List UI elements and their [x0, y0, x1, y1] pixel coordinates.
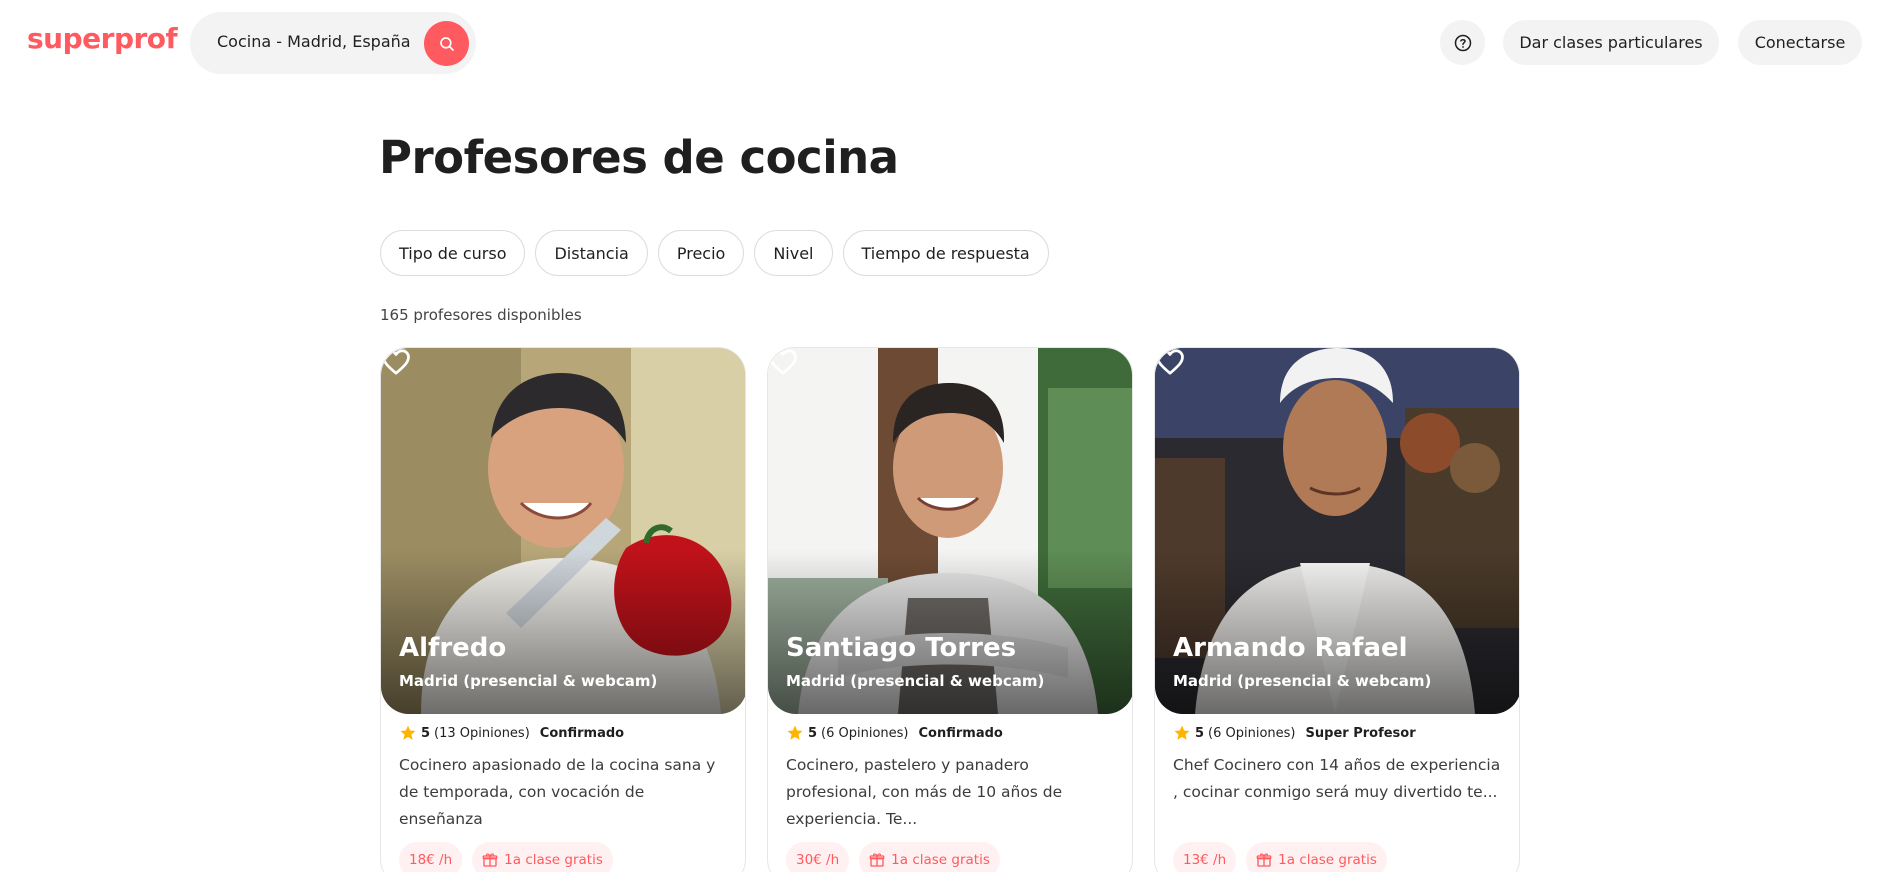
free-class-tag: 1a clase gratis [859, 842, 1000, 872]
rating-row: 5 (6 Opiniones) Super Profesor [1173, 724, 1416, 742]
page-title: Profesores de cocina [379, 131, 899, 184]
superprof-logo[interactable]: superprof [27, 22, 178, 55]
teacher-photo[interactable]: Santiago Torres Madrid (presencial & web… [768, 348, 1132, 714]
price-tag: 13€ /h [1173, 842, 1237, 872]
teacher-description: Cocinero apasionado de la cocina sana y … [399, 756, 716, 828]
question-circle-icon [1454, 34, 1471, 51]
rating-score: 5 [421, 725, 431, 741]
status-badge: Super Profesor [1305, 725, 1416, 741]
free-class-label: 1a clase gratis [1278, 852, 1377, 868]
teacher-card[interactable]: Santiago Torres Madrid (presencial & web… [767, 347, 1133, 872]
free-class-label: 1a clase gratis [504, 852, 603, 868]
filter-bar: Tipo de curso Distancia Precio Nivel Tie… [380, 230, 1049, 276]
login-button[interactable]: Conectarse [1738, 20, 1862, 65]
rating-score: 5 [1195, 725, 1205, 741]
gift-icon [869, 853, 885, 867]
teacher-card[interactable]: Alfredo Madrid (presencial & webcam) 5 (… [380, 347, 746, 872]
price-tags: 30€ /h 1a clase gratis [786, 842, 1000, 872]
teacher-name: Santiago Torres [786, 633, 1017, 663]
search-button[interactable] [424, 21, 469, 66]
teacher-name: Alfredo [399, 633, 507, 663]
filter-price[interactable]: Precio [657, 230, 745, 276]
teacher-name: Armando Rafael [1173, 633, 1408, 663]
teacher-location: Madrid (presencial & webcam) [1173, 672, 1432, 690]
filter-course-type[interactable]: Tipo de curso [380, 230, 526, 276]
star-icon [1174, 725, 1190, 740]
price-tags: 13€ /h 1a clase gratis [1173, 842, 1387, 872]
results-count: 165 profesores disponibles [380, 306, 582, 324]
review-count: (13 Opiniones) [434, 725, 530, 741]
teacher-photo[interactable]: Alfredo Madrid (presencial & webcam) [381, 348, 745, 714]
free-class-tag: 1a clase gratis [1246, 842, 1387, 872]
teacher-location: Madrid (presencial & webcam) [786, 672, 1045, 690]
top-header: superprof Cocina - Madrid, España Dar cl… [0, 0, 1901, 84]
rating-score: 5 [808, 725, 818, 741]
teacher-description: Cocinero, pastelero y panadero profesion… [786, 756, 1063, 828]
favorite-heart-icon[interactable] [1155, 348, 1185, 376]
star-icon [400, 725, 416, 740]
filter-distance[interactable]: Distancia [535, 230, 648, 276]
free-class-label: 1a clase gratis [891, 852, 990, 868]
favorite-heart-icon[interactable] [768, 348, 798, 376]
review-count: (6 Opiniones) [821, 725, 909, 741]
review-count: (6 Opiniones) [1208, 725, 1296, 741]
filter-level[interactable]: Nivel [754, 230, 833, 276]
teacher-location: Madrid (presencial & webcam) [399, 672, 658, 690]
search-icon [439, 36, 454, 51]
help-button[interactable] [1440, 20, 1485, 65]
price-tag: 30€ /h [786, 842, 850, 872]
price-tags: 18€ /h 1a clase gratis [399, 842, 613, 872]
gift-icon [1256, 853, 1272, 867]
search-input[interactable]: Cocina - Madrid, España [217, 32, 411, 51]
give-classes-button[interactable]: Dar clases particulares [1503, 20, 1719, 65]
status-badge: Confirmado [918, 725, 1003, 741]
filter-response-time[interactable]: Tiempo de respuesta [842, 230, 1049, 276]
gift-icon [482, 853, 498, 867]
status-badge: Confirmado [539, 725, 625, 741]
rating-row: 5 (6 Opiniones) Confirmado [786, 724, 1003, 742]
teacher-description: Chef Cocinero con 14 años de experiencia… [1173, 756, 1501, 801]
rating-row: 5 (13 Opiniones) Confirmado [399, 724, 624, 742]
search-bar[interactable]: Cocina - Madrid, España [190, 12, 476, 74]
price-tag: 18€ /h [399, 842, 463, 872]
star-icon [787, 725, 803, 740]
teacher-card[interactable]: Armando Rafael Madrid (presencial & webc… [1154, 347, 1520, 872]
free-class-tag: 1a clase gratis [472, 842, 613, 872]
teacher-photo[interactable]: Armando Rafael Madrid (presencial & webc… [1155, 348, 1519, 714]
favorite-heart-icon[interactable] [381, 348, 411, 376]
